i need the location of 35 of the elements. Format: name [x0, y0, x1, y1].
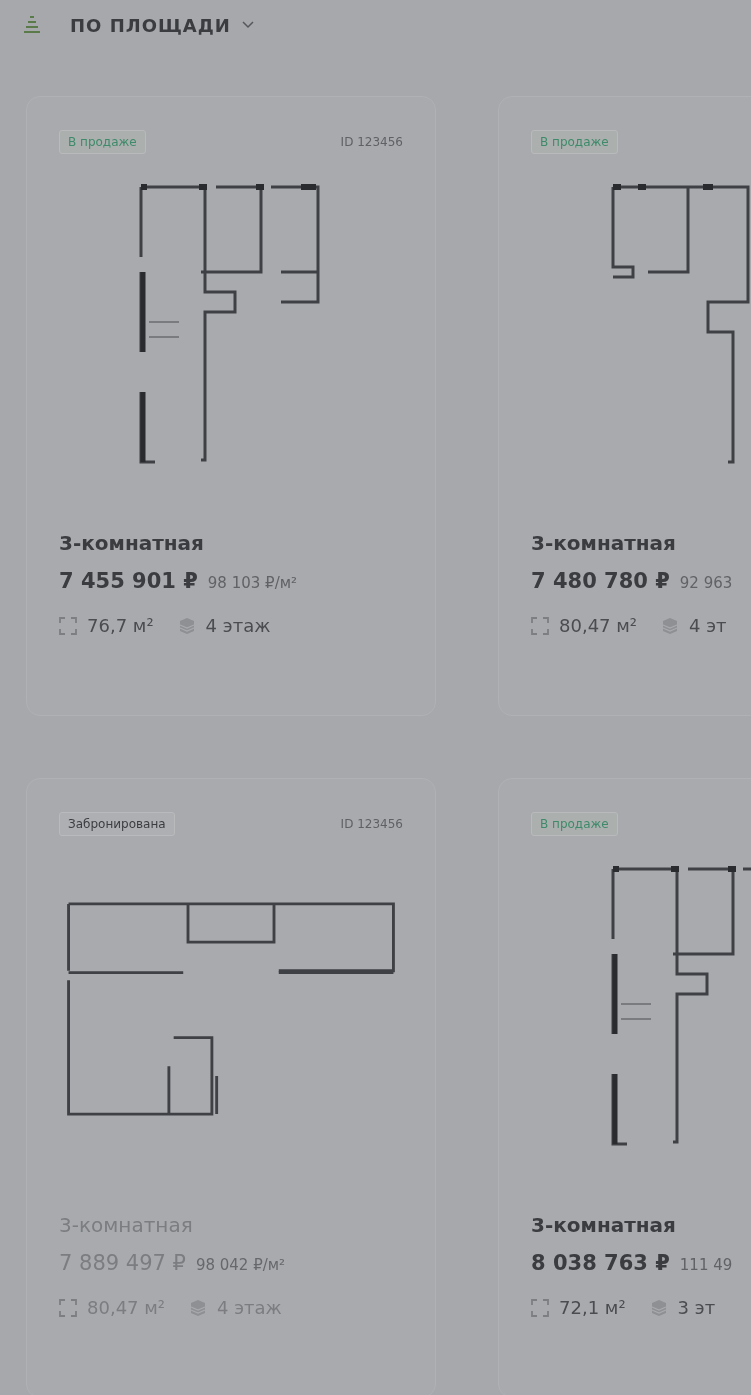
apartment-card[interactable]: В продаже ID 123456 3-комнатная 7 455 901 ₽ 98 103 ₽/м² 76,7 м² 4 этаж — [26, 96, 436, 716]
layers-icon — [177, 616, 196, 635]
apartment-type: 3-комнатная — [531, 1213, 677, 1237]
chevron-down-icon — [240, 20, 255, 30]
floor-number: 4 этаж — [205, 615, 271, 636]
layers-icon — [661, 616, 680, 635]
status-tag: В продаже — [531, 130, 618, 154]
apartment-type: 3-комнатная — [59, 531, 205, 555]
price: 8 038 763 ₽ — [531, 1251, 670, 1275]
price-per-square-meter: 111 49 — [679, 1256, 733, 1274]
status-tag: В продаже — [59, 130, 146, 154]
area: 72,1 м² — [559, 1297, 626, 1318]
apartment-card[interactable]: В продаже 3-комнатная 8 038 763 ₽ 111 49 72,1 м² 3 эт — [498, 778, 751, 1395]
layers-icon — [649, 1298, 668, 1317]
floor-number: 4 эт — [689, 615, 727, 636]
floor-number: 3 эт — [677, 1297, 716, 1318]
layers-icon — [189, 1298, 208, 1317]
expand-arrows-icon — [59, 1298, 77, 1317]
area: 80,47 м² — [559, 615, 638, 636]
apartment-id: ID 123456 — [340, 817, 403, 831]
apartment-type: 3-комнатная — [531, 531, 677, 555]
price: 7 480 780 ₽ — [531, 569, 670, 593]
status-tag: Забронирована — [59, 812, 175, 836]
price-per-square-meter: 98 042 ₽/м² — [195, 1256, 286, 1274]
status-tag: В продаже — [531, 812, 618, 836]
expand-arrows-icon — [531, 1298, 549, 1317]
expand-arrows-icon — [531, 616, 549, 635]
price-per-square-meter: 98 103 ₽/м² — [207, 574, 297, 592]
price-per-square-meter: 92 963 — [679, 574, 733, 592]
expand-arrows-icon — [59, 616, 77, 635]
sort-dropdown[interactable]: ПО ПЛОЩАДИ — [70, 14, 255, 36]
price: 7 455 901 ₽ — [59, 569, 198, 593]
apartment-id: ID 123456 — [340, 135, 403, 149]
area: 76,7 м² — [87, 615, 154, 636]
apartment-card[interactable]: В продаже 3-комнатная 7 480 780 ₽ 92 963 80,47 м² 4 эт — [498, 96, 751, 716]
